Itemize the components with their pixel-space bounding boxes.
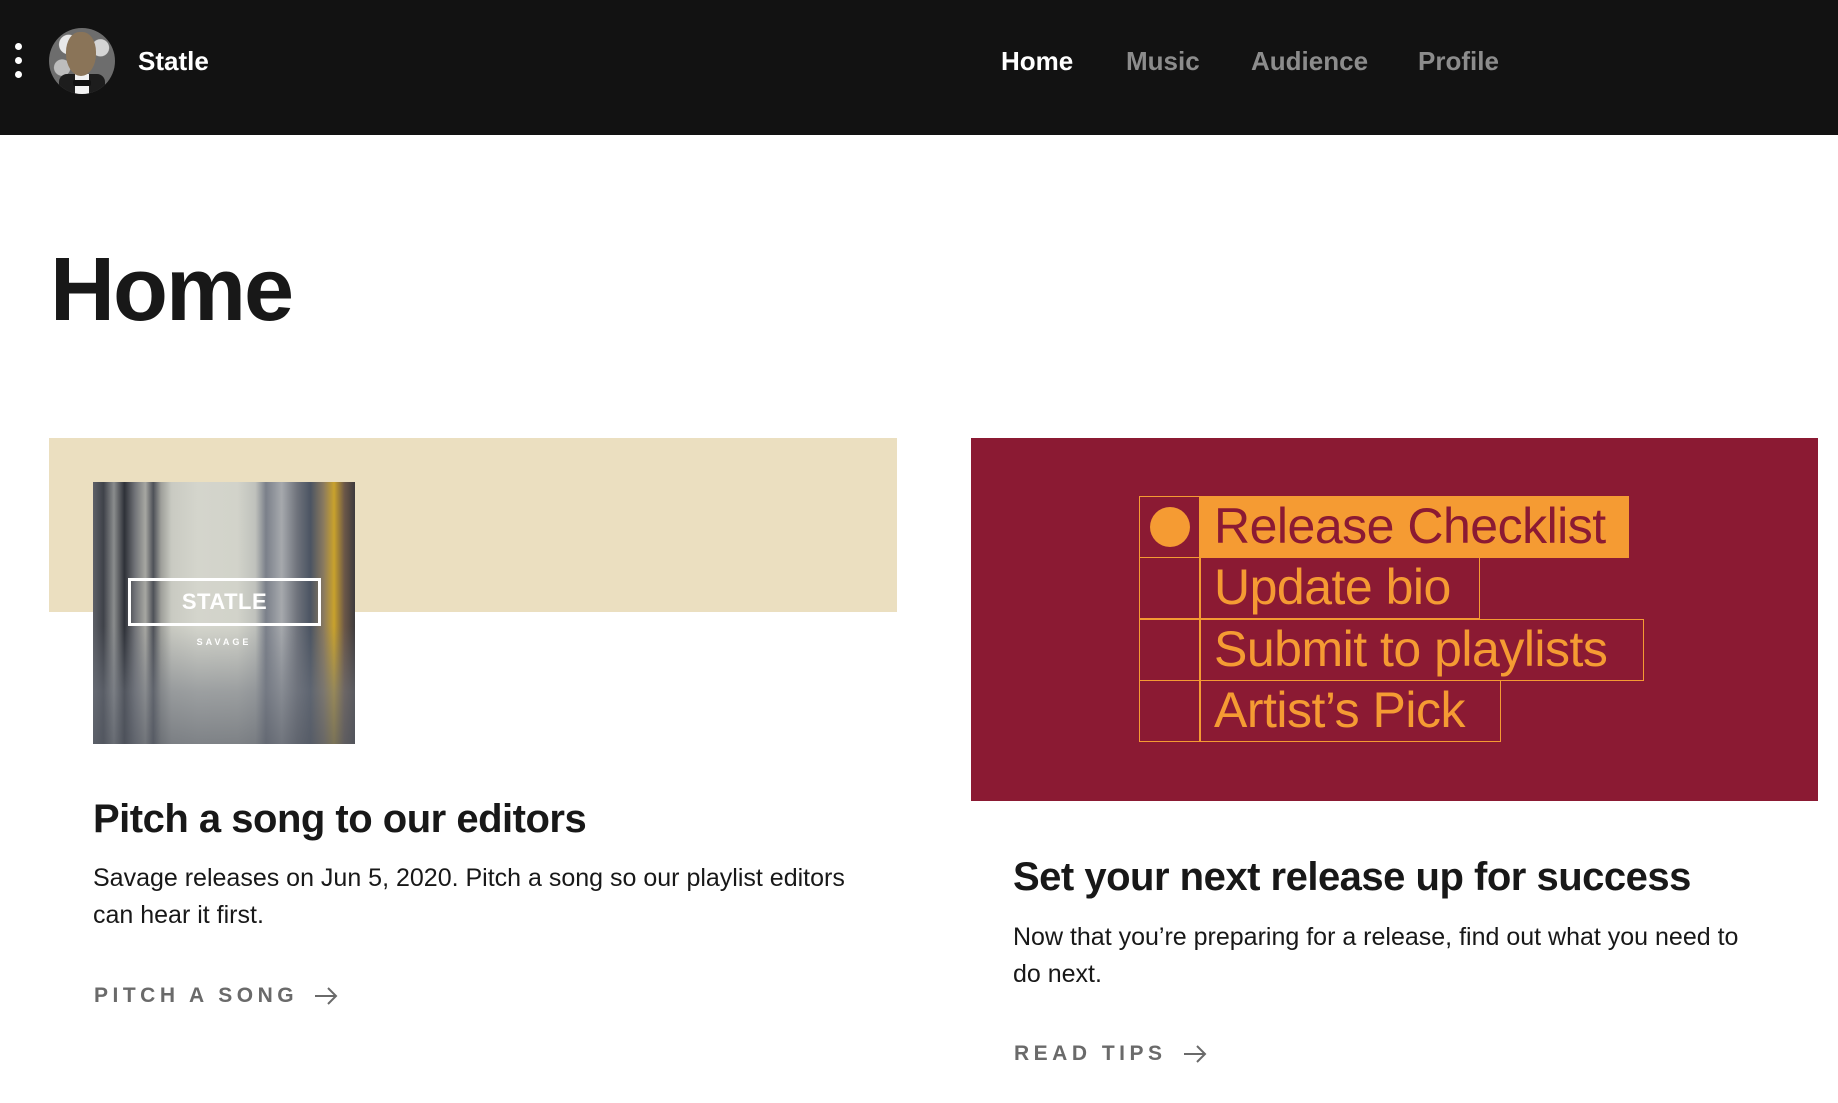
- album-art-frame: STATLE: [128, 578, 321, 626]
- release-card-title: Set your next release up for success: [1013, 855, 1691, 899]
- checklist-item: Update bio: [1199, 557, 1480, 619]
- checklist-box-checked: [1139, 496, 1201, 558]
- album-art-title: SAVAGE: [196, 637, 252, 647]
- checklist-box: [1139, 680, 1201, 742]
- album-art-artist: STATLE: [181, 589, 268, 614]
- nav-home[interactable]: Home: [1001, 46, 1073, 76]
- checklist-box: [1139, 619, 1201, 681]
- release-card-body: Now that you’re preparing for a release,…: [1013, 923, 1739, 988]
- pitch-card-title: Pitch a song to our editors: [93, 797, 587, 841]
- checklist-item: Submit to playlists: [1199, 619, 1644, 681]
- read-tips-label: READ TIPS: [1014, 1042, 1167, 1065]
- checklist-box: [1139, 557, 1201, 619]
- checklist-item: Artist’s Pick: [1199, 680, 1501, 742]
- check-dot-icon: [1150, 507, 1190, 547]
- nav-music[interactable]: Music: [1126, 46, 1200, 76]
- pitch-a-song-label: PITCH A SONG: [94, 984, 299, 1007]
- checklist-item: Release Checklist: [1199, 496, 1629, 558]
- pitch-a-song-link[interactable]: PITCH A SONG: [94, 983, 338, 1009]
- nav-audience[interactable]: Audience: [1251, 46, 1368, 76]
- artist-name[interactable]: Statle: [138, 46, 209, 76]
- release-checklist-graphic: Release Checklist Update bio Submit to p…: [971, 438, 1818, 801]
- arrow-right-icon: [315, 987, 338, 1005]
- artist-avatar[interactable]: [49, 28, 115, 94]
- page-title: Home: [50, 240, 294, 340]
- arrow-right-icon: [1183, 1045, 1206, 1063]
- read-tips-link[interactable]: READ TIPS: [1014, 1041, 1207, 1067]
- kebab-menu-icon[interactable]: [12, 40, 26, 82]
- album-art: STATLE SAVAGE: [93, 482, 355, 744]
- nav-profile[interactable]: Profile: [1418, 46, 1499, 76]
- top-bar: Statle Home Music Audience Profile: [0, 0, 1838, 135]
- pitch-card-body: Savage releases on Jun 5, 2020. Pitch a …: [93, 864, 845, 929]
